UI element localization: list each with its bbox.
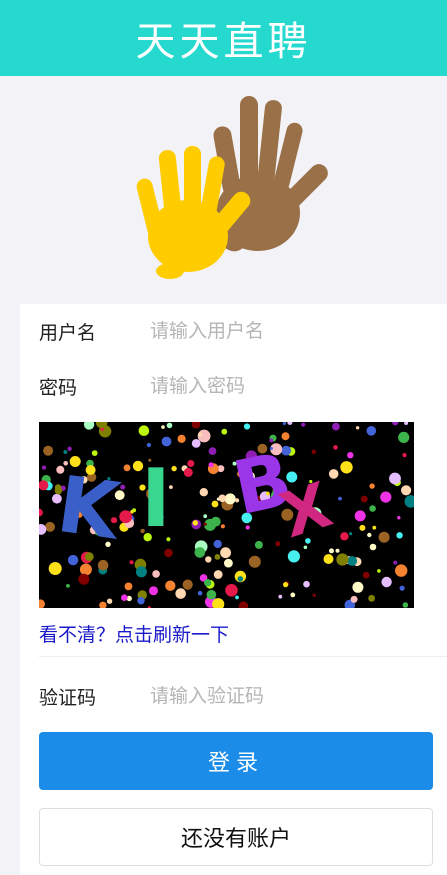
captcha-input[interactable] [150,680,430,712]
password-row: 密码 [20,359,447,413]
app-header: 天天直聘 [0,0,447,76]
captcha-label: 验证码 [39,686,97,709]
handprints-icon [136,96,328,279]
login-button[interactable]: 登录 [39,732,433,790]
app-title: 天天直聘 [135,19,312,65]
captcha-row: 验证码 [20,669,447,723]
refresh-captcha-link[interactable]: 看不清？点击刷新一下 [39,620,229,647]
password-input[interactable] [150,370,430,402]
captcha-letter-1: K [52,460,127,558]
divider [39,656,447,657]
username-input[interactable] [150,315,430,347]
username-label: 用户名 [39,321,97,344]
register-button[interactable]: 还没有账户 [39,808,433,866]
login-form: 用户名 密码 K I B X 看不清？点击刷新一下 验证码 登录 还没有账户 [20,304,447,875]
captcha-image[interactable]: K I B X [39,422,414,608]
logo [130,88,340,288]
username-row: 用户名 [20,304,447,358]
captcha-letter-2: I [141,452,171,545]
captcha-letter-4: X [272,468,340,552]
password-label: 密码 [39,376,78,399]
